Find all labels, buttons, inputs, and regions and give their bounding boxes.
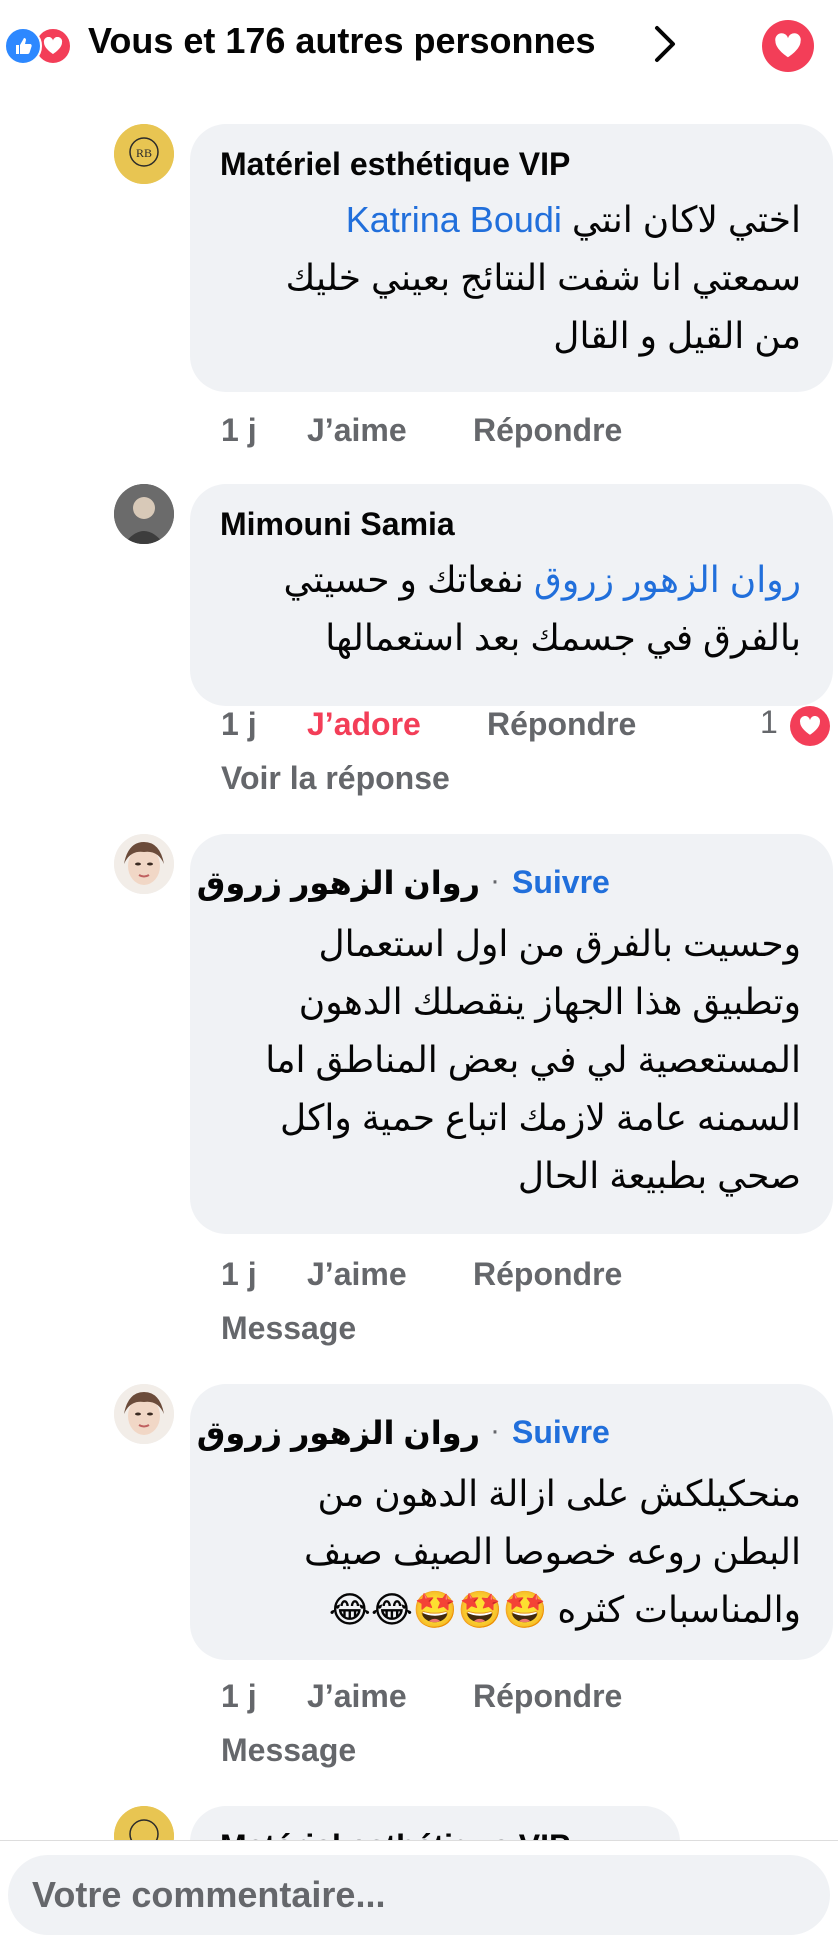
comment-bubble: Suivre · روان الزهور زروق وحسيت بالفرق م… (190, 834, 833, 1234)
comment-text-line: والمناسبات كثره 🤩🤩🤩😂😂 (328, 1589, 801, 1630)
love-reaction-icon (790, 706, 830, 746)
comment-text-line: السمنه عامة لازمك اتباع حمية واكل (280, 1097, 801, 1138)
comment-text-part: نفعاتك و حسيتي (283, 559, 524, 600)
comment-composer (0, 1840, 838, 1935)
love-react-button-icon[interactable] (762, 20, 814, 72)
comment-text-line: من القيل و القال (553, 315, 801, 356)
reply-button[interactable]: Répondre (473, 1678, 622, 1715)
comment-text-line: بالفرق في جسمك بعد استعمالها (325, 617, 801, 658)
like-button[interactable]: J’aime (307, 1678, 407, 1715)
comment-author[interactable]: روان الزهور زروق (197, 1414, 480, 1452)
comment-text-line: البطن روعه خصوصا الصيف صيف (304, 1531, 801, 1572)
avatar[interactable] (114, 484, 174, 544)
view-replies-link[interactable]: Voir la réponse (221, 760, 450, 797)
comment-text-line: وحسيت بالفرق من اول استعمال (318, 923, 801, 964)
like-button[interactable]: J’aime (307, 1256, 407, 1293)
comment-bubble: Mimouni Samia روان الزهور زروق نفعاتك و … (190, 484, 833, 706)
separator-dot: · (490, 1414, 500, 1447)
avatar[interactable]: RB (114, 124, 174, 184)
comment-text-line: اختي لاكان انتي Katrina Boudi (346, 192, 801, 248)
comment-time: 1 j (221, 1256, 257, 1292)
reactions-summary[interactable]: Vous et 176 autres personnes (88, 20, 596, 62)
follow-button[interactable]: Suivre (512, 864, 610, 901)
comment-author[interactable]: Matériel esthétique VIP (220, 146, 570, 183)
follow-button[interactable]: Suivre (512, 1414, 610, 1451)
comment-text-line: روان الزهور زروق نفعاتك و حسيتي (283, 552, 801, 608)
avatar[interactable] (114, 1384, 174, 1444)
mention-link[interactable]: Katrina Boudi (346, 199, 562, 240)
mention-link[interactable]: روان الزهور زروق (534, 559, 801, 600)
message-link[interactable]: Message (221, 1732, 356, 1769)
like-reaction-icon (4, 27, 42, 65)
comment-author[interactable]: Mimouni Samia (220, 506, 455, 543)
comment-text-line: صحي بطبيعة الحال (517, 1155, 801, 1196)
message-link[interactable]: Message (221, 1310, 356, 1347)
comment-time: 1 j (221, 706, 257, 742)
avatar[interactable] (114, 834, 174, 894)
like-button[interactable]: J’aime (307, 412, 407, 449)
comment-text-line: سمعتي انا شفت النتائج بعيني خليك (285, 257, 801, 298)
reply-button[interactable]: Répondre (473, 1256, 622, 1293)
svg-text:RB: RB (136, 146, 152, 160)
comment-text-part: اختي لاكان انتي (571, 199, 801, 240)
reaction-count[interactable]: 1 (760, 704, 778, 741)
comment-text-line: وتطبيق هذا الجهاز ينقصلك الدهون (298, 981, 801, 1022)
reply-button[interactable]: Répondre (487, 706, 636, 743)
reply-button[interactable]: Répondre (473, 412, 622, 449)
reaction-button[interactable]: J’adore (307, 706, 421, 743)
comment-input[interactable] (8, 1855, 830, 1935)
reactions-bar[interactable]: Vous et 176 autres personnes (0, 0, 838, 90)
comment-time: 1 j (221, 412, 257, 448)
comment-author[interactable]: روان الزهور زروق (197, 864, 480, 902)
chevron-right-icon[interactable] (652, 24, 678, 69)
comment-bubble: Matériel esthétique VIP اختي لاكان انتي … (190, 124, 833, 392)
comment-bubble: Suivre · روان الزهور زروق منحكيلكش على ا… (190, 1384, 833, 1660)
comment-time: 1 j (221, 1678, 257, 1714)
separator-dot: · (490, 864, 500, 897)
comment-text-line: المستعصية لي في بعض المناطق اما (265, 1039, 801, 1080)
comment-text-line: منحكيلكش على ازالة الدهون من (317, 1473, 801, 1514)
